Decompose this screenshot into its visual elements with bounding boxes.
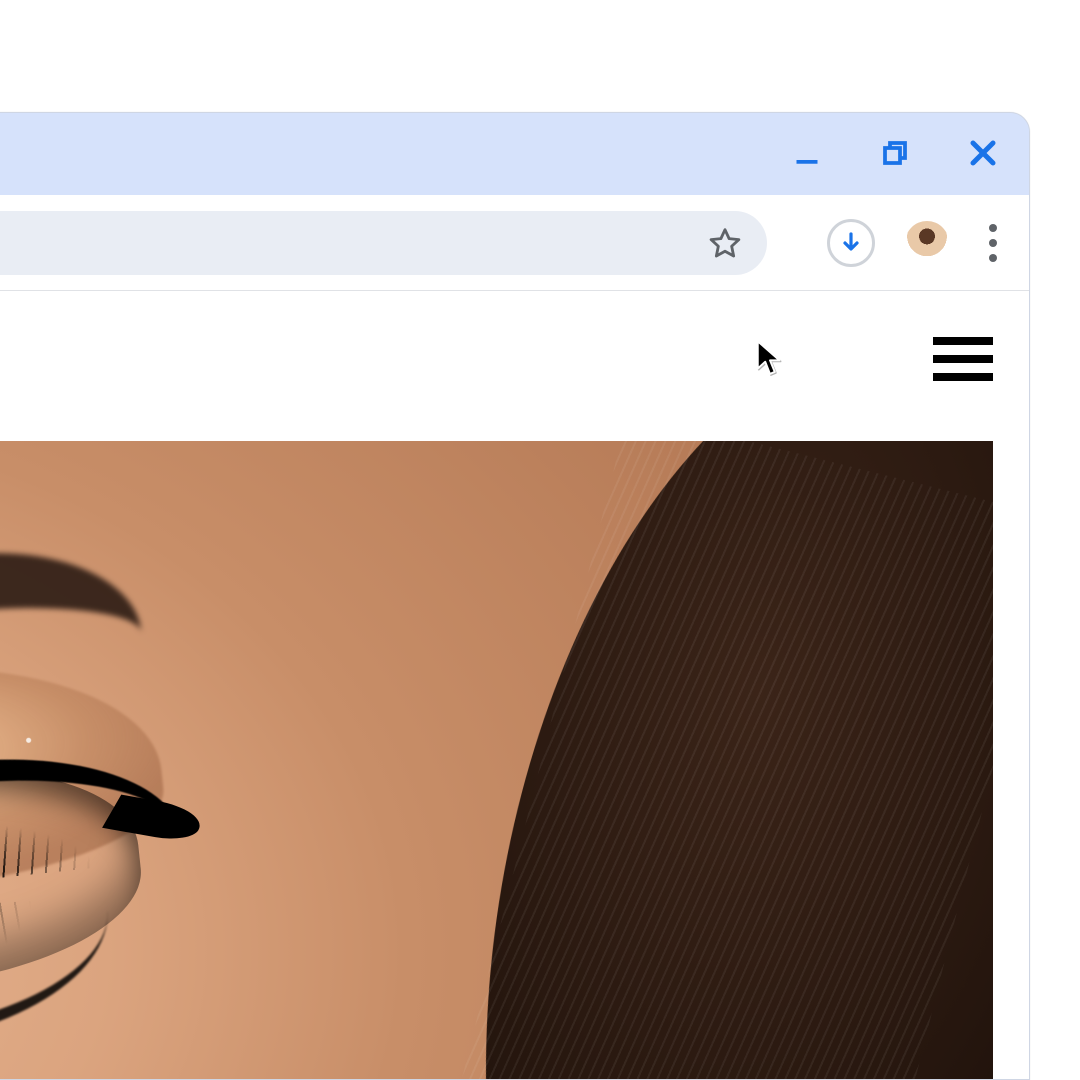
hamburger-line-icon <box>933 355 993 363</box>
site-header <box>0 291 1029 441</box>
address-bar[interactable] <box>0 211 767 275</box>
browser-window <box>0 112 1030 1080</box>
close-button[interactable] <box>965 135 1001 171</box>
bookmark-button[interactable] <box>703 221 747 265</box>
page-content <box>0 291 1029 1079</box>
kebab-dot-icon <box>989 239 997 247</box>
kebab-dot-icon <box>989 224 997 232</box>
toolbar-right-icons <box>827 219 1007 267</box>
profile-avatar-button[interactable] <box>905 221 949 265</box>
hamburger-line-icon <box>933 337 993 345</box>
site-menu-button[interactable] <box>933 337 993 381</box>
star-icon <box>708 226 742 260</box>
browser-menu-button[interactable] <box>979 221 1007 265</box>
browser-toolbar <box>0 195 1029 291</box>
restore-icon <box>880 138 910 168</box>
close-icon <box>968 138 998 168</box>
restore-button[interactable] <box>877 135 913 171</box>
download-arrow-icon <box>839 231 863 255</box>
hero-image <box>0 441 993 1079</box>
window-controls <box>789 135 1001 171</box>
minimize-button[interactable] <box>789 135 825 171</box>
title-bar <box>0 113 1029 195</box>
hamburger-line-icon <box>933 373 993 381</box>
kebab-dot-icon <box>989 254 997 262</box>
minimize-icon <box>793 139 821 167</box>
downloads-button[interactable] <box>827 219 875 267</box>
